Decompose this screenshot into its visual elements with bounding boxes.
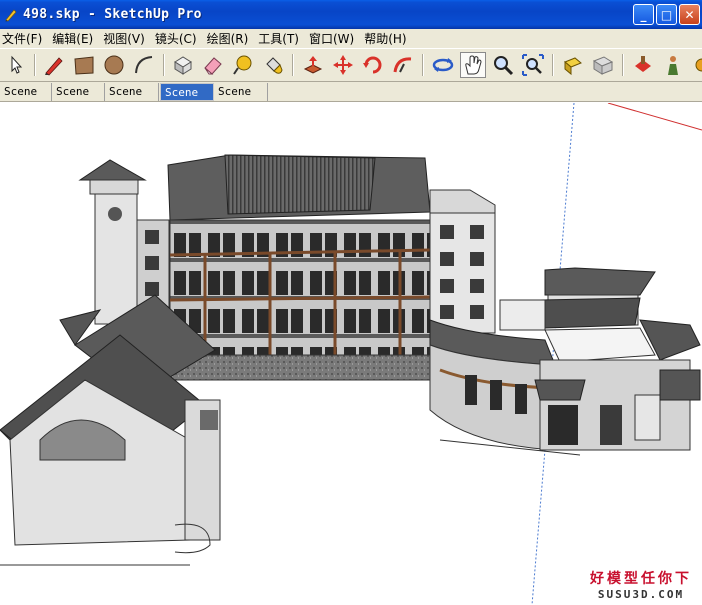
minimize-button[interactable]: _ [633, 4, 654, 25]
menu-window[interactable]: 窗口(W) [307, 30, 362, 47]
tape-measure-icon [233, 55, 252, 75]
minimize-icon: _ [640, 7, 647, 22]
pan-icon [465, 55, 482, 75]
model-viewport[interactable]: 好模型任你下 SUSU3D.COM [0, 103, 702, 605]
maximize-button[interactable]: □ [656, 4, 677, 25]
zoom-extents-icon [522, 54, 544, 76]
toolbar-separator [622, 54, 624, 76]
circle-icon [104, 55, 124, 75]
follow-me-tool-button[interactable] [390, 52, 416, 78]
watermark-english: SUSU3D.COM [597, 588, 685, 601]
eraser-icon [204, 57, 222, 75]
get-models-icon [564, 57, 582, 76]
tab-scene-3[interactable]: Scene 3 [52, 83, 105, 115]
rectangle-icon [74, 56, 94, 75]
push-pull-icon [303, 56, 323, 74]
circle-tool-button[interactable] [101, 52, 127, 78]
pan-tool-button[interactable] [460, 52, 486, 78]
toolbar-separator [552, 54, 554, 76]
select-tool-button[interactable] [4, 52, 30, 78]
tab-scene-4[interactable]: Scene 4 [105, 83, 159, 115]
tab-scene-6[interactable]: Scene 6 [214, 83, 268, 115]
menu-tools[interactable]: 工具(T) [256, 30, 307, 47]
watermark: 好模型任你下 SUSU3D.COM [590, 568, 692, 601]
right-wing-tall [429, 189, 496, 334]
share-model-icon [592, 56, 614, 75]
toolbar [0, 48, 702, 82]
eraser-tool-button[interactable] [200, 52, 226, 78]
toolbar-separator [163, 54, 165, 76]
extension-icon [695, 58, 702, 72]
front-gable-building [0, 294, 221, 554]
menu-file[interactable]: 文件(F) [0, 30, 50, 47]
zoom-extents-tool-button[interactable] [520, 52, 546, 78]
menu-view[interactable]: 视图(V) [101, 30, 153, 47]
menu-draw[interactable]: 绘图(R) [205, 30, 257, 47]
menu-help[interactable]: 帮助(H) [362, 30, 414, 47]
orbit-icon [432, 58, 454, 72]
person-icon [668, 56, 678, 75]
menu-camera[interactable]: 镜头(C) [153, 30, 205, 47]
tab-scene-2[interactable]: Scene 2 [0, 83, 52, 115]
orbit-tool-button[interactable] [430, 52, 456, 78]
pencil-icon [45, 57, 63, 76]
move-tool-button[interactable] [330, 52, 356, 78]
close-button[interactable]: ✕ [679, 4, 700, 25]
paint-bucket-icon [266, 57, 283, 74]
watermark-chinese: 好模型任你下 [590, 571, 692, 587]
rectangle-tool-button[interactable] [71, 52, 97, 78]
select-icon [11, 55, 23, 74]
tape-measure-tool-button[interactable] [230, 52, 256, 78]
make-component-icon [174, 56, 192, 75]
arc-tool-button[interactable] [131, 52, 157, 78]
tab-scene-5[interactable]: Scene 5 [160, 83, 214, 116]
paint-bucket-tool-button[interactable] [260, 52, 286, 78]
push-pull-tool-button[interactable] [300, 52, 326, 78]
rotate-tool-button[interactable] [360, 52, 386, 78]
toolbar-separator [292, 54, 294, 76]
warehouse-button[interactable] [630, 52, 656, 78]
make-component-button[interactable] [170, 52, 196, 78]
red-axis-line [607, 103, 702, 131]
arc-icon [135, 56, 153, 74]
building-model-render[interactable] [0, 103, 702, 605]
sketchup-app-icon [5, 9, 17, 21]
title-bar: 498.skp - SketchUp Pro _ □ ✕ [0, 0, 702, 29]
move-icon [333, 55, 353, 75]
pencil-tool-button[interactable] [41, 52, 67, 78]
scene-tabs: Scene 2 Scene 3 Scene 4 Scene 5 Scene 6 [0, 82, 702, 116]
get-models-button[interactable] [560, 52, 586, 78]
follow-me-icon [393, 57, 412, 73]
zoom-tool-button[interactable] [490, 52, 516, 78]
maximize-icon: □ [660, 7, 673, 22]
extension-tool-button[interactable] [688, 52, 702, 78]
share-model-button[interactable] [590, 52, 616, 78]
menu-edit[interactable]: 编辑(E) [50, 30, 101, 47]
window-title: 498.skp - SketchUp Pro [23, 7, 202, 22]
zoom-icon [494, 56, 514, 76]
close-icon: ✕ [684, 7, 695, 22]
rotate-icon [363, 56, 382, 74]
person-tool-button[interactable] [660, 52, 686, 78]
menu-bar: 文件(F) 编辑(E) 视图(V) 镜头(C) 绘图(R) 工具(T) 窗口(W… [0, 29, 702, 48]
toolbar-separator [422, 54, 424, 76]
warehouse-icon [635, 56, 651, 72]
toolbar-separator [34, 54, 36, 76]
